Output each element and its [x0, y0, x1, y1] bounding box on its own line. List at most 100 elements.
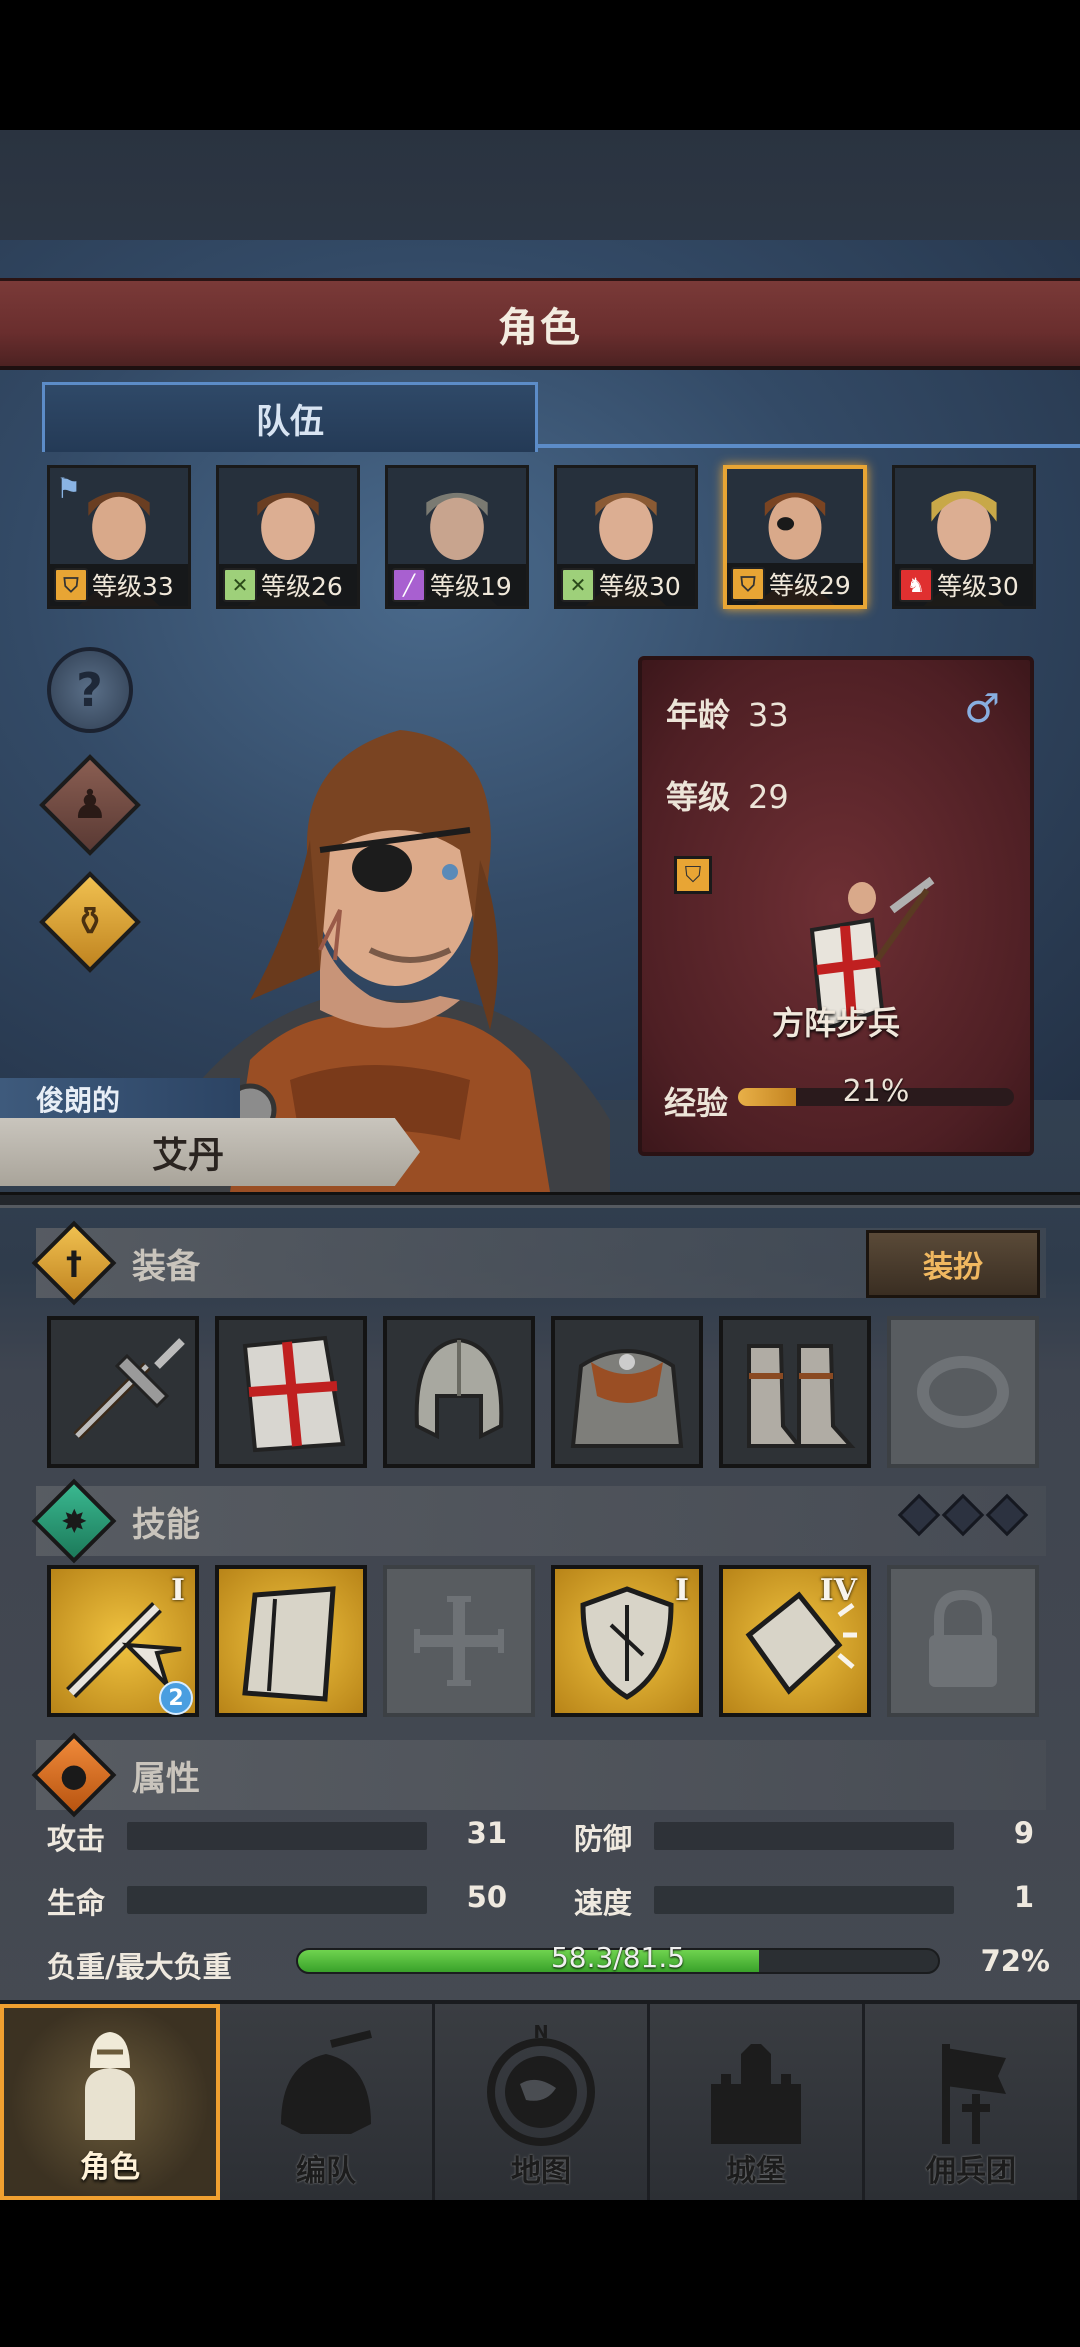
shield-slot[interactable] — [215, 1316, 367, 1468]
hp-label: 生命 — [47, 1886, 106, 1920]
kite-shield-icon — [242, 1335, 346, 1453]
hero-level-bar: ✕ 等级30 — [557, 564, 695, 606]
skill-slot-5[interactable]: IV — [719, 1565, 871, 1717]
ring-icon — [917, 1356, 1009, 1428]
hero-level: 等级33 — [92, 572, 174, 601]
hero-level-bar: ⛉ 等级33 — [50, 564, 188, 606]
skill-slot-locked[interactable] — [887, 1565, 1039, 1717]
hero-level: 等级26 — [261, 572, 343, 601]
trait-label: 俊朗的 — [36, 1084, 121, 1117]
armor-slot[interactable] — [551, 1316, 703, 1468]
pouch-icon: ⚱ — [38, 870, 141, 973]
weapon-slot[interactable] — [47, 1316, 199, 1468]
nav-formation-label: 编队 — [296, 2154, 356, 2189]
attributes-header: ● 属性 — [31, 1732, 1046, 1818]
skill-point-diamond-icon — [985, 1493, 1029, 1537]
lock-icon — [929, 1589, 997, 1687]
attack-value: 31 — [466, 1816, 507, 1850]
skill-rank: IV — [819, 1573, 857, 1608]
horse-icon: ♞ — [899, 568, 933, 602]
load-value: 58.3/81.5 — [550, 1941, 686, 1974]
army-helmet-icon — [281, 2030, 372, 2134]
attack-track — [127, 1822, 427, 1850]
nav-formation[interactable]: 编队 — [220, 2004, 435, 2200]
flag-icon: ⚑ — [56, 472, 82, 505]
load-percent: 72% — [980, 1944, 1050, 1978]
staff-icon: ╱ — [392, 568, 426, 602]
nav-castle[interactable]: 城堡 — [650, 2004, 865, 2200]
castle-icon — [711, 2044, 801, 2144]
speed-value: 1 — [1013, 1880, 1034, 1914]
hero-card-3[interactable]: ╱ 等级19 — [385, 465, 529, 609]
tab-team[interactable]: 队伍 — [42, 382, 538, 452]
skill-slots: I 2 I IV — [47, 1565, 1047, 1717]
dress-up-button[interactable]: 装扮 — [866, 1230, 1040, 1298]
nav-castle-label: 城堡 — [726, 2154, 786, 2189]
attributes-title: 属性 — [132, 1758, 200, 1799]
knight-icon — [85, 2032, 135, 2140]
hero-card-6[interactable]: ♞ 等级30 — [892, 465, 1036, 609]
hero-level-bar: ╱ 等级19 — [388, 564, 526, 606]
skill-slot-empty[interactable] — [383, 1565, 535, 1717]
nav-character-label: 角色 — [80, 2150, 140, 2185]
hp-value: 50 — [466, 1880, 507, 1914]
load-label: 负重/最大负重 — [47, 1950, 232, 1984]
page-title-bar: 角色 — [0, 278, 1080, 370]
ring-slot-empty[interactable] — [887, 1316, 1039, 1468]
level-row: 等级 29 — [666, 772, 789, 818]
character-info-panel: 年龄 33 ♂ 等级 29 ⛉ 方阵步兵 经验 21% — [638, 656, 1034, 1156]
equipment-title: 装备 — [132, 1246, 200, 1287]
nav-character[interactable]: 角色 — [0, 2004, 220, 2200]
question-icon: ? — [46, 646, 133, 733]
male-gender-icon: ♂ — [964, 686, 1000, 732]
hp-row: 生命 50 — [47, 1876, 507, 1922]
skill-point-diamond-icon — [897, 1493, 941, 1537]
cross-placeholder-icon — [414, 1596, 504, 1686]
shield-icon: ⛉ — [731, 567, 765, 601]
nav-mercenaries-label: 佣兵团 — [926, 2154, 1016, 2189]
section-divider — [0, 1192, 1080, 1208]
appearance-button[interactable]: ♟ — [38, 753, 141, 856]
exp-percent: 21% — [842, 1074, 910, 1109]
shield-block-icon — [580, 1586, 674, 1700]
sword-icon: † — [31, 1220, 117, 1306]
war-hammer-icon — [73, 1338, 185, 1440]
nav-map[interactable]: N 地图 — [435, 2004, 650, 2200]
skill-slot-1[interactable]: I 2 — [47, 1565, 199, 1717]
drop-icon: ● — [31, 1732, 117, 1818]
system-nav-area — [0, 2200, 1080, 2347]
hero-level: 等级29 — [769, 571, 851, 600]
hp-track — [127, 1886, 427, 1914]
skill-slot-4[interactable]: I — [551, 1565, 703, 1717]
hero-card-1[interactable]: ⚑ ⛉ 等级33 — [47, 465, 191, 609]
load-percent-row: 72% — [960, 1940, 1050, 1986]
hero-level-bar: ✕ 等级26 — [219, 564, 357, 606]
help-button[interactable]: ? — [42, 642, 137, 737]
boots-slot[interactable] — [719, 1316, 871, 1468]
inventory-button[interactable]: ⚱ — [38, 870, 141, 973]
nav-mercenaries[interactable]: 佣兵团 — [865, 2004, 1080, 2200]
boots-icon — [747, 1344, 856, 1448]
hero-card-5-selected[interactable]: ⛉ 等级29 — [723, 465, 867, 609]
age-label: 年龄 — [666, 696, 731, 734]
level-value: 29 — [748, 778, 789, 816]
dress-up-label: 装扮 — [923, 1250, 983, 1285]
banner-sword-icon — [942, 2044, 1006, 2144]
status-bar-area — [0, 0, 1080, 130]
shield-icon: ⛉ — [54, 568, 88, 602]
tab-underline — [536, 444, 1080, 448]
hero-card-4[interactable]: ✕ 等级30 — [554, 465, 698, 609]
hero-level: 等级30 — [937, 572, 1019, 601]
skill-slot-2[interactable] — [215, 1565, 367, 1717]
hero-card-2[interactable]: ✕ 等级26 — [216, 465, 360, 609]
skill-charge-badge: 2 — [159, 1681, 193, 1715]
character-name-plate[interactable]: 艾丹 — [0, 1118, 420, 1186]
character-figure-icon: ♟ — [38, 753, 141, 856]
tab-team-label: 队伍 — [256, 402, 324, 442]
character-name: 艾丹 — [152, 1135, 225, 1176]
crossed-swords-icon: ✕ — [223, 568, 257, 602]
crossed-swords-icon: ✕ — [561, 568, 595, 602]
helmet-slot[interactable] — [383, 1316, 535, 1468]
skill-points — [897, 1493, 1029, 1537]
compass-north-label: N — [533, 2024, 548, 2043]
